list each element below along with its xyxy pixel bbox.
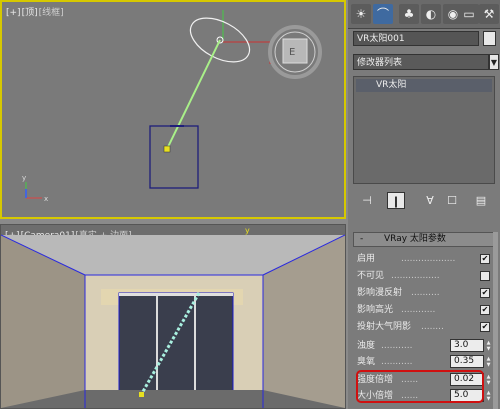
param-label: 不可见 <box>357 271 385 281</box>
modify-icon: ⌒ <box>376 7 389 21</box>
object-color-swatch[interactable] <box>483 31 496 46</box>
pin-stack-icon[interactable]: ⊣ <box>358 192 376 209</box>
cast-atmos-shadow-checkbox[interactable]: ✔ <box>480 322 490 332</box>
wrench-icon: ⚒ <box>483 7 495 21</box>
camera-view-scene: y <box>1 226 345 408</box>
object-name-field[interactable]: VR太阳001 <box>353 31 479 46</box>
configure-sets-icon[interactable]: ▤ <box>472 192 490 209</box>
affect-diffuse-checkbox[interactable]: ✔ <box>480 288 490 298</box>
svg-text:E: E <box>289 47 295 58</box>
spinner-arrows-icon[interactable]: ▲ ▼ <box>485 374 492 386</box>
param-label: 影响高光 <box>357 305 394 315</box>
invisible-checkbox[interactable] <box>480 271 490 281</box>
modifier-list-dropdown[interactable]: 修改器列表 <box>353 54 489 70</box>
param-cast-atmos-shadow-row: 投射大气阴影 ........ ✔ <box>357 322 490 332</box>
hierarchy-icon: ♣ <box>403 7 415 21</box>
motion-icon: ◐ <box>425 7 437 21</box>
utilities-icon: ▭ <box>463 7 475 21</box>
svg-text:y: y <box>22 174 26 182</box>
spinner-arrows-icon[interactable]: ▲ ▼ <box>485 390 492 402</box>
show-end-result-icon[interactable]: ❙ <box>387 192 405 209</box>
remove-modifier-icon[interactable]: ☐ <box>443 192 461 209</box>
spinner-arrows-icon[interactable]: ▲ ▼ <box>485 356 492 368</box>
hierarchy-tab[interactable]: ♣ <box>399 4 419 24</box>
axis-tripod-icon: y x <box>22 174 48 203</box>
create-tab[interactable]: ☀ <box>351 4 371 24</box>
param-affect-specular-row: 影响高光 ............ ✔ <box>357 305 490 315</box>
top-viewport[interactable]: [+][顶][线框] E y x <box>0 0 346 219</box>
param-label: 浊度 <box>357 341 376 351</box>
camera-viewport[interactable]: [+][Camera01][真实 + 边面] y <box>0 224 346 409</box>
stack-item-vr-sun[interactable]: VR太阳 <box>356 79 492 92</box>
param-turbidity-row: 浊度 ........... 3.0 ▲ ▼ <box>357 339 492 352</box>
vray-sun-rollout-header[interactable]: - VRay 太阳参数 <box>353 232 495 247</box>
sun-target[interactable] <box>163 145 171 153</box>
param-label: 臭氧 <box>357 357 376 367</box>
param-label: 启用 <box>357 254 376 264</box>
param-ozone-row: 臭氧 ........... 0.35 ▲ ▼ <box>357 355 492 368</box>
modifier-stack[interactable]: VR太阳 <box>353 76 495 184</box>
rollout-collapse-icon: - <box>360 234 364 244</box>
rollout-title: VRay 太阳参数 <box>384 234 446 244</box>
command-panel-tabs: ☀ ⌒ ♣ ◐ ◉ ▭ ⚒ <box>348 0 500 29</box>
utilities-tab[interactable]: ▭ <box>459 4 479 24</box>
turbidity-spinner[interactable]: 3.0 <box>450 339 484 352</box>
make-unique-icon[interactable]: ∀ <box>421 192 439 209</box>
viewcube-icon[interactable]: E <box>268 25 322 79</box>
param-label: 影响漫反射 <box>357 288 403 298</box>
command-panel: ☀ ⌒ ♣ ◐ ◉ ▭ ⚒ VR太阳001 修改器列表 ▼ VR太阳 ⊣ ❙ ∀… <box>348 0 500 409</box>
param-enabled-row: 启用 ................... ✔ <box>357 254 490 264</box>
param-invisible-row: 不可见 ................. <box>357 269 495 283</box>
chevron-down-icon[interactable]: ▼ <box>489 54 499 70</box>
stack-toolbar: ⊣ ❙ ∀ ☐ ▤ <box>348 188 500 214</box>
highlight-annotation-box <box>356 370 484 403</box>
sun-direction-line <box>166 39 221 150</box>
panel-scrollbar[interactable] <box>493 232 498 409</box>
param-affect-diffuse-row: 影响漫反射 .......... ✔ <box>357 288 490 298</box>
top-view-scene: E y x <box>22 10 322 203</box>
modify-tab[interactable]: ⌒ <box>373 4 393 24</box>
enabled-checkbox[interactable]: ✔ <box>480 254 490 264</box>
param-label: 投射大气阴影 <box>357 322 412 332</box>
ozone-spinner[interactable]: 0.35 <box>450 355 484 368</box>
sun-create-icon: ☀ <box>355 7 367 21</box>
spinner-arrows-icon[interactable]: ▲ ▼ <box>485 340 492 352</box>
motion-tab[interactable]: ◐ <box>421 4 441 24</box>
svg-text:x: x <box>44 195 48 203</box>
affect-specular-checkbox[interactable]: ✔ <box>480 305 490 315</box>
tools-tab[interactable]: ⚒ <box>479 4 499 24</box>
svg-text:y: y <box>245 226 250 235</box>
